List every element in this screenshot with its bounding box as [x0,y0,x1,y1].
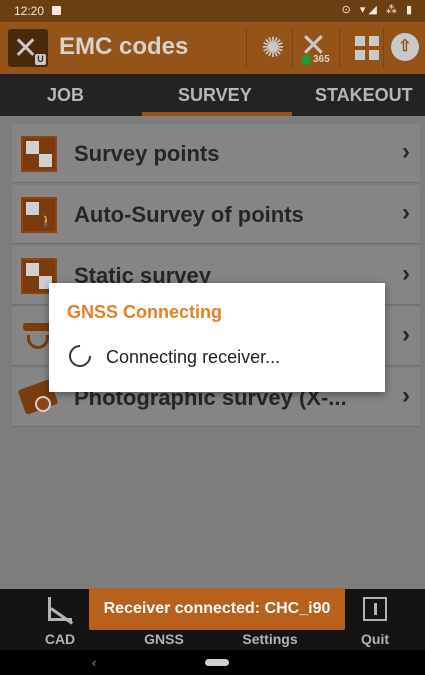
notification-icon [52,6,61,15]
app-toolbar: ✕ U EMC codes ✺ ✕ 365 ⇧ [0,22,425,74]
cad-icon [48,597,74,625]
dialog-title: GNSS Connecting [67,302,223,322]
license-status-dot [301,55,311,65]
auto-survey-icon: 🚶 [21,197,57,233]
bottom-item-label: Settings [242,631,298,647]
chevron-right-icon: › [402,199,410,226]
system-status-icons: ⊙ ▾◢ ⁂ ▮ [341,4,415,16]
home-pill-icon[interactable] [205,659,229,666]
x365-license-icon[interactable]: ✕ 365 [296,26,336,68]
main-tabs: JOB SURVEY STAKEOUT [0,74,425,116]
brightness-sun-icon[interactable]: ✺ [253,28,293,68]
tab-survey[interactable]: SURVEY [178,85,252,106]
back-icon[interactable]: ‹ [92,655,96,670]
license-badge: 365 [313,54,330,65]
toolbar-divider [292,28,293,68]
power-icon [363,597,387,621]
app-logo-icon[interactable]: ✕ U [8,29,48,67]
menu-item-survey-points[interactable]: Survey points › [12,124,420,183]
bottom-item-label: Quit [361,631,389,647]
gnss-connecting-dialog: GNSS Connecting Connecting receiver... [49,283,385,392]
chevron-right-icon: › [402,382,410,409]
tab-stakeout[interactable]: STAKEOUT [315,85,413,106]
menu-item-label: Survey points [74,141,220,166]
survey-points-icon [21,136,57,172]
bottom-item-label: GNSS [144,631,184,647]
chevron-right-icon: › [402,260,410,287]
dialog-message: Connecting receiver... [106,347,281,367]
chevron-right-icon: › [402,321,410,348]
chevron-right-icon: › [402,138,410,165]
tab-job[interactable]: JOB [47,85,84,106]
toolbar-divider [383,28,384,68]
cloud-upload-icon[interactable]: ⇧ [388,28,425,68]
loading-spinner-icon [64,340,96,372]
status-time: 12:20 [14,4,45,18]
toast-message: Receiver connected: CHC_i90 [89,588,345,630]
menu-item-label: Auto-Survey of points [74,202,304,227]
app-title: EMC codes [59,33,189,60]
toolbar-divider [246,28,247,68]
menu-item-auto-survey[interactable]: 🚶 Auto-Survey of points › [12,185,420,244]
status-bar: 12:20 ⊙ ▾◢ ⁂ ▮ [0,0,425,22]
system-navigation-bar: ‹ [0,650,425,675]
bottom-item-label: CAD [44,631,76,647]
grid-view-icon[interactable] [347,28,387,68]
toolbar-divider [339,28,340,68]
